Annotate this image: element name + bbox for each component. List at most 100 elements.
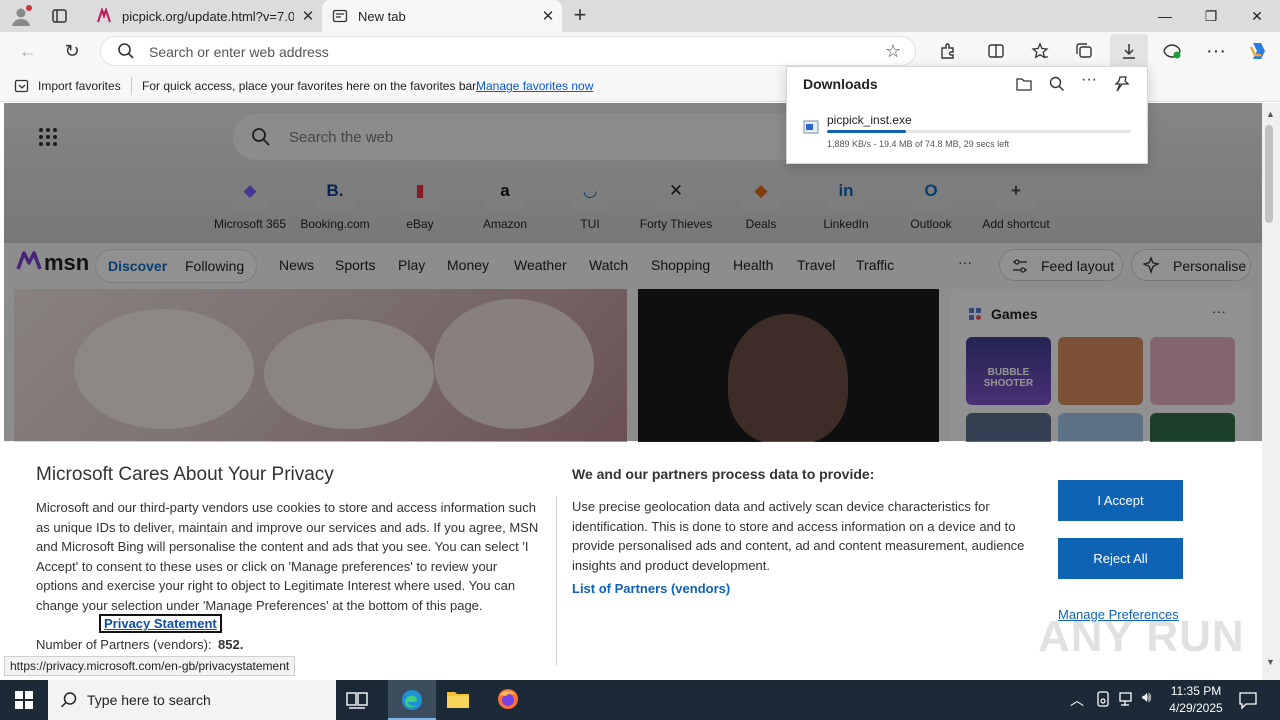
device-icon[interactable] <box>1095 691 1111 712</box>
notifications-icon[interactable] <box>1238 690 1258 715</box>
nav-item-travel[interactable]: Travel <box>797 257 835 273</box>
favbar-divider <box>131 77 132 95</box>
split-screen-icon[interactable] <box>980 35 1012 67</box>
downloads-flyout: Downloads ··· picpick_inst.exe 1,889 KB/… <box>786 66 1148 164</box>
close-window-button[interactable]: ✕ <box>1234 0 1280 32</box>
nav-item-money[interactable]: Money <box>447 257 489 273</box>
minimize-button[interactable]: — <box>1142 0 1188 32</box>
shortcut-booking-com[interactable]: B. Booking.com <box>293 171 377 231</box>
shortcut-tui[interactable]: ◡ TUI <box>548 171 632 231</box>
extensions-icon[interactable] <box>932 35 964 67</box>
import-favorites-button[interactable]: Import favorites <box>38 79 121 93</box>
pin-icon[interactable] <box>1113 75 1131 98</box>
outlook-icon: O <box>911 171 951 211</box>
accept-button[interactable]: I Accept <box>1058 480 1183 521</box>
scroll-down-icon[interactable]: ▼ <box>1266 657 1275 667</box>
amazon-icon: a <box>485 171 525 211</box>
shortcut-label: Microsoft 365 <box>213 217 287 231</box>
nav-item-watch[interactable]: Watch <box>589 257 628 273</box>
feed-card-image[interactable] <box>638 289 939 449</box>
game-tile[interactable] <box>1150 337 1235 405</box>
start-button[interactable] <box>0 680 48 720</box>
close-tab-icon[interactable]: ✕ <box>294 7 322 25</box>
file-explorer-icon[interactable] <box>446 688 470 715</box>
reject-all-button[interactable]: Reject All <box>1058 538 1183 579</box>
downloads-more-icon[interactable]: ··· <box>1081 71 1097 89</box>
msn-brand[interactable]: msn <box>44 250 89 276</box>
list-of-partners-link[interactable]: List of Partners (vendors) <box>572 581 730 596</box>
address-bar[interactable]: Search or enter web address ☆ <box>100 36 916 66</box>
browser-essentials-icon[interactable] <box>1156 35 1188 67</box>
copilot-icon[interactable] <box>1242 35 1274 67</box>
shortcut-add-shortcut[interactable]: + Add shortcut <box>974 171 1058 231</box>
shortcut-label: Deals <box>745 217 777 231</box>
shortcut-outlook[interactable]: O Outlook <box>889 171 973 231</box>
nav-item-health[interactable]: Health <box>733 257 773 273</box>
shortcut-microsoft-365[interactable]: ◆ Microsoft 365 <box>208 171 292 231</box>
title-bar: picpick.org/update.html?v=7.0.2 ✕ New ta… <box>0 0 1280 32</box>
games-title: Games <box>991 306 1038 322</box>
game-tile-bubble-shooter[interactable]: BUBBLE SHOOTER <box>966 337 1051 405</box>
shortcut-deals[interactable]: ◆ Deals <box>719 171 803 231</box>
shortcut-amazon[interactable]: a Amazon <box>463 171 547 231</box>
refresh-icon[interactable]: ↻ <box>56 35 88 67</box>
taskbar-search-box[interactable]: Type here to search <box>48 680 336 720</box>
close-tab-icon[interactable]: ✕ <box>534 7 562 25</box>
download-file-name[interactable]: picpick_inst.exe <box>827 113 912 127</box>
favorites-hint: For quick access, place your favorites h… <box>142 79 479 93</box>
downloads-icon[interactable] <box>1110 34 1148 68</box>
new-tab-plus-icon[interactable]: + <box>568 4 592 28</box>
game-tile[interactable] <box>1058 337 1143 405</box>
nav-item-traffic[interactable]: Traffic <box>856 257 894 273</box>
feed-card-image[interactable] <box>14 289 627 449</box>
manage-favorites-link[interactable]: Manage favorites now <box>476 79 593 93</box>
nav-item-shopping[interactable]: Shopping <box>651 257 710 273</box>
tab-new-tab[interactable]: New tab ✕ <box>322 0 562 32</box>
deals-icon: ◆ <box>741 171 781 211</box>
taskbar-time[interactable]: 11:35 PM <box>1166 684 1226 698</box>
open-folder-icon[interactable] <box>1015 75 1033 98</box>
discover-tab[interactable]: Discover <box>108 258 167 274</box>
scroll-up-icon[interactable]: ▲ <box>1266 109 1275 119</box>
privacy-body: Microsoft and our third-party vendors us… <box>36 500 539 613</box>
show-hidden-icons-icon[interactable]: ︿ <box>1070 690 1084 710</box>
nav-item-play[interactable]: Play <box>398 257 425 273</box>
shortcut-forty-thieves[interactable]: ✕ Forty Thieves <box>634 171 718 231</box>
nav-item-weather[interactable]: Weather <box>514 257 567 273</box>
msn-logo-icon[interactable] <box>16 249 42 276</box>
restore-button[interactable]: ❐ <box>1188 0 1234 32</box>
profile-icon[interactable] <box>10 5 32 27</box>
games-more-icon[interactable]: ··· <box>1212 303 1226 319</box>
shortcut-linkedin[interactable]: in LinkedIn <box>804 171 888 231</box>
data-purposes-body: Use precise geolocation data and activel… <box>572 499 1025 573</box>
edge-taskbar-button[interactable] <box>388 680 436 720</box>
search-downloads-icon[interactable] <box>1048 75 1066 98</box>
image-shape <box>728 314 848 444</box>
more-nav-icon[interactable]: ··· <box>958 254 972 270</box>
nav-item-sports[interactable]: Sports <box>335 257 375 273</box>
feed-layout-button[interactable]: Feed layout <box>999 249 1123 281</box>
firefox-icon[interactable] <box>496 687 520 716</box>
data-purposes-title: We and our partners process data to prov… <box>572 466 875 482</box>
favorite-star-icon[interactable]: ☆ <box>885 41 901 62</box>
following-tab[interactable]: Following <box>185 258 244 274</box>
task-view-icon[interactable] <box>346 690 368 715</box>
feed-layout-label: Feed layout <box>1041 258 1115 274</box>
settings-more-icon[interactable]: ··· <box>1200 35 1232 67</box>
tab-picpick[interactable]: picpick.org/update.html?v=7.0.2 ✕ <box>86 0 322 32</box>
taskbar-date[interactable]: 4/29/2025 <box>1164 701 1228 715</box>
nav-item-news[interactable]: News <box>279 257 314 273</box>
network-icon[interactable] <box>1118 691 1136 712</box>
scrollbar-thumb[interactable] <box>1265 125 1273 223</box>
back-arrow-icon[interactable]: ← <box>12 35 44 67</box>
tab-actions-icon[interactable] <box>50 7 70 25</box>
volume-icon[interactable]: 🔊︎ <box>1142 689 1151 706</box>
shortcut-label: Forty Thieves <box>639 217 713 231</box>
personalise-button[interactable]: Personalise <box>1131 249 1251 281</box>
page-scrollbar[interactable]: ▲ ▼ <box>1262 103 1280 680</box>
privacy-statement-link[interactable]: Privacy Statement <box>99 614 222 633</box>
shortcut-ebay[interactable]: ▮ eBay <box>378 171 462 231</box>
collections-icon[interactable] <box>1068 35 1100 67</box>
apps-grid-icon[interactable] <box>38 127 58 152</box>
favorites-icon[interactable] <box>1024 35 1056 67</box>
